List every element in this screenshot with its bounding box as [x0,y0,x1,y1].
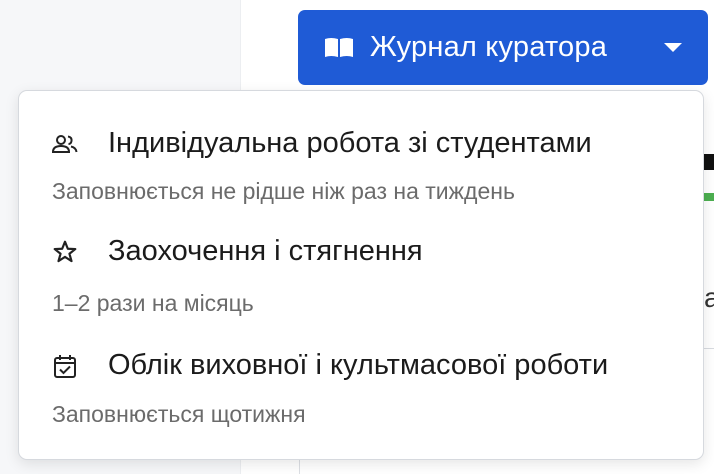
background-text-fragment: a [704,282,714,313]
curator-journal-dropdown: Індивідуальна робота зі студентами Запов… [18,90,704,460]
star-outline-icon [52,239,78,265]
caret-down-icon [664,43,682,52]
menu-item-educational-work-log[interactable]: Облік виховної і культмасової роботи Зап… [19,323,703,459]
calendar-check-icon [52,353,78,379]
book-open-icon [324,36,354,60]
menu-item-individual-work[interactable]: Індивідуальна робота зі студентами Запов… [19,91,703,215]
menu-item-subtitle: Заповнюється щотижня [52,401,306,427]
curator-journal-label: Журнал куратора [370,31,608,63]
menu-item-subtitle: Заповнюється не рідше ніж раз на тиждень [52,178,515,204]
menu-item-title: Облік виховної і культмасової роботи [108,349,609,381]
menu-item-title: Індивідуальна робота зі студентами [108,127,592,159]
menu-item-rewards-penalties[interactable]: Заохочення і стягнення 1–2 рази на місяц… [19,215,703,323]
people-icon [52,131,78,157]
background-progress-fragment [704,193,714,201]
menu-item-subtitle: 1–2 рази на місяць [52,290,254,316]
curator-journal-button[interactable]: Журнал куратора [298,10,708,85]
menu-item-title: Заохочення і стягнення [108,235,423,267]
background-fragment-dark [704,154,714,170]
